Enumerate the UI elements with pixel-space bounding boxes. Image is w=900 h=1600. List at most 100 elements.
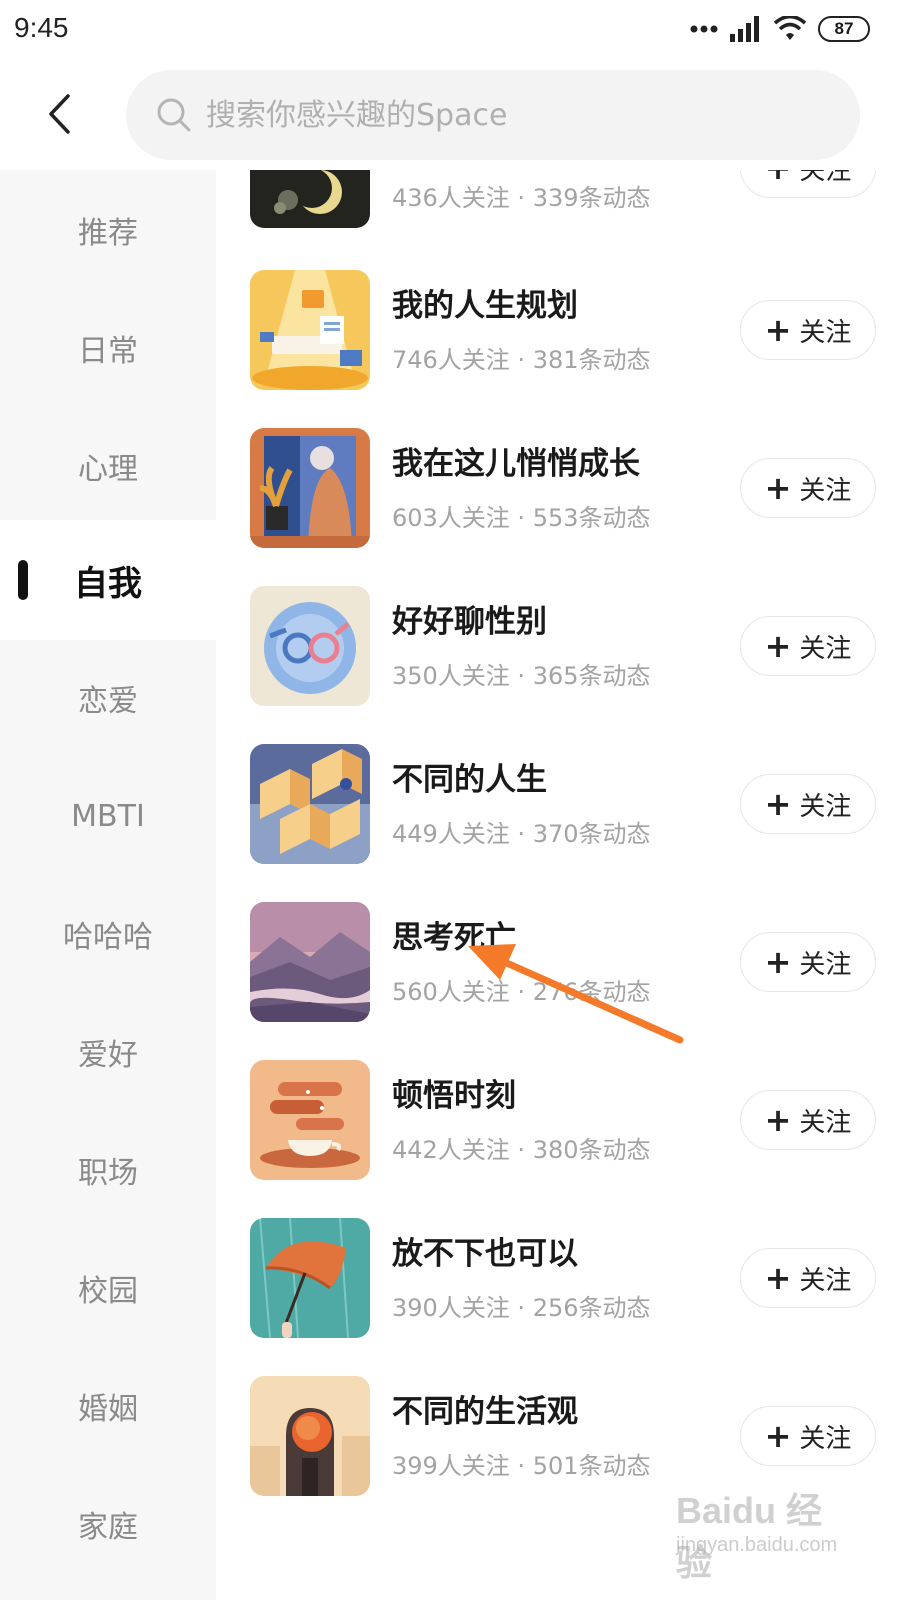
sidebar-item-label: 恋爱 — [78, 684, 138, 719]
space-thumbnail — [250, 170, 370, 228]
search-input[interactable] — [206, 97, 806, 133]
top-bar — [0, 66, 900, 166]
space-title: 好好聊性别 — [392, 604, 547, 640]
space-stats: 746人关注 · 381条动态 — [392, 346, 651, 374]
list-item[interactable]: 顿悟时刻 442人关注 · 380条动态 + 关注 — [216, 1040, 900, 1200]
follow-button[interactable]: +关注 — [740, 300, 876, 360]
plus-icon: + — [765, 170, 792, 184]
space-title: 思考死亡 — [392, 920, 516, 956]
follow-button[interactable]: +关注 — [740, 1090, 876, 1150]
follow-button[interactable]: + 关注 — [740, 170, 876, 198]
follow-label: 关注 — [799, 633, 852, 664]
space-stats: 390人关注 · 256条动态 — [392, 1294, 651, 1322]
list-item[interactable]: 436人关注 · 339条动态 + 关注 — [216, 170, 900, 248]
sidebar-item-label: 日常 — [78, 334, 138, 369]
follow-button[interactable]: +关注 — [740, 458, 876, 518]
follow-label: 关注 — [799, 1107, 852, 1138]
status-bar: 9:45 87 — [0, 0, 900, 60]
status-time: 9:45 — [14, 12, 69, 43]
sidebar-item-label: 爱好 — [78, 1038, 138, 1073]
sidebar-item-mbti[interactable]: MBTI — [0, 756, 216, 876]
follow-button[interactable]: +关注 — [740, 932, 876, 992]
space-title: 我在这儿悄悄成长 — [392, 446, 640, 482]
space-list: 436人关注 · 339条动态 +关注 我的人生规划 746人关注 · 381条… — [216, 170, 900, 1600]
sidebar-item-campus[interactable]: 校园 — [0, 1228, 216, 1348]
list-item[interactable]: 不同的生活观 399人关注 · 501条动态 + 关注 — [216, 1356, 900, 1516]
space-stats: 449人关注 · 370条动态 — [392, 820, 651, 848]
list-item[interactable]: 放不下也可以 390人关注 · 256条动态 + 关注 — [216, 1198, 900, 1358]
signal-icon — [730, 16, 759, 42]
follow-label: 关注 — [799, 949, 852, 980]
back-button[interactable] — [34, 86, 84, 142]
chevron-left-icon — [49, 94, 70, 134]
active-indicator — [18, 560, 28, 600]
wifi-icon — [774, 16, 806, 40]
space-stats: 399人关注 · 501条动态 — [392, 1452, 651, 1480]
space-thumbnail — [250, 1218, 370, 1338]
space-stats: 603人关注 · 553条动态 — [392, 504, 651, 532]
space-thumbnail — [250, 586, 370, 706]
follow-label: 关注 — [799, 1423, 852, 1454]
follow-button[interactable]: +关注 — [740, 1248, 876, 1308]
follow-label: 关注 — [799, 170, 852, 186]
search-icon — [156, 97, 192, 133]
plus-icon: + — [764, 1259, 792, 1297]
space-thumbnail — [250, 270, 370, 390]
plus-icon: + — [764, 785, 792, 823]
sidebar-item-label: 家庭 — [78, 1510, 138, 1545]
category-sidebar: 推荐 日常 心理 自我 恋爱 MBTI 哈哈哈 爱好 职场 校园 婚姻 家庭 — [0, 170, 216, 1600]
sidebar-item-self[interactable]: 自我 — [0, 520, 216, 640]
sidebar-item-hahaha[interactable]: 哈哈哈 — [0, 874, 216, 994]
search-bar[interactable] — [126, 70, 860, 160]
sidebar-item-family[interactable]: 家庭 — [0, 1464, 216, 1584]
follow-button[interactable]: +关注 — [740, 1406, 876, 1466]
list-item[interactable]: 我的人生规划 746人关注 · 381条动态 + 关注 — [216, 250, 900, 410]
sidebar-item-label: 婚姻 — [78, 1392, 138, 1427]
sidebar-item-label: 职场 — [78, 1156, 138, 1191]
space-stats: 350人关注 · 365条动态 — [392, 662, 651, 690]
space-stats: 442人关注 · 380条动态 — [392, 1136, 651, 1164]
sidebar-item-hobby[interactable]: 爱好 — [0, 992, 216, 1112]
follow-label: 关注 — [799, 791, 852, 822]
space-title: 不同的生活观 — [392, 1394, 578, 1430]
sidebar-item-label: 自我 — [74, 563, 142, 604]
plus-icon: + — [764, 1417, 792, 1455]
battery-icon: 87 — [818, 16, 870, 42]
sidebar-item-label: 哈哈哈 — [63, 920, 153, 955]
space-thumbnail — [250, 428, 370, 548]
space-title: 不同的人生 — [392, 762, 547, 798]
sidebar-item-workplace[interactable]: 职场 — [0, 1110, 216, 1230]
space-thumbnail — [250, 902, 370, 1022]
sidebar-item-label: 心理 — [78, 452, 138, 487]
plus-icon: + — [764, 627, 792, 665]
follow-button[interactable]: +关注 — [740, 616, 876, 676]
list-item[interactable]: 好好聊性别 350人关注 · 365条动态 + 关注 — [216, 566, 900, 726]
follow-button[interactable]: +关注 — [740, 774, 876, 834]
space-title: 放不下也可以 — [392, 1236, 578, 1272]
sidebar-item-recommend[interactable]: 推荐 — [0, 170, 216, 290]
plus-icon: + — [764, 943, 792, 981]
space-stats: 436人关注 · 339条动态 — [392, 184, 651, 212]
dots-icon — [690, 25, 718, 33]
space-thumbnail — [250, 744, 370, 864]
sidebar-item-label: MBTI — [71, 798, 145, 834]
sidebar-item-marriage[interactable]: 婚姻 — [0, 1346, 216, 1466]
space-title: 顿悟时刻 — [392, 1078, 516, 1114]
list-item[interactable]: 我在这儿悄悄成长 603人关注 · 553条动态 + 关注 — [216, 408, 900, 568]
list-item[interactable]: 不同的人生 449人关注 · 370条动态 + 关注 — [216, 724, 900, 884]
space-thumbnail — [250, 1376, 370, 1496]
plus-icon: + — [764, 469, 792, 507]
follow-label: 关注 — [799, 475, 852, 506]
follow-label: 关注 — [799, 1265, 852, 1296]
sidebar-item-label: 校园 — [78, 1274, 138, 1309]
sidebar-item-label: 推荐 — [78, 216, 138, 251]
space-thumbnail — [250, 1060, 370, 1180]
sidebar-item-love[interactable]: 恋爱 — [0, 638, 216, 758]
space-stats: 560人关注 · 276条动态 — [392, 978, 651, 1006]
sidebar-item-daily[interactable]: 日常 — [0, 288, 216, 408]
sidebar-item-psychology[interactable]: 心理 — [0, 406, 216, 526]
plus-icon: + — [764, 1101, 792, 1139]
plus-icon: + — [764, 311, 792, 349]
status-icons: 87 — [690, 14, 870, 44]
list-item[interactable]: 思考死亡 560人关注 · 276条动态 + 关注 — [216, 882, 900, 1042]
